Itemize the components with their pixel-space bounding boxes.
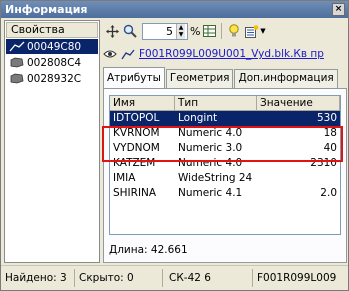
table-button[interactable] xyxy=(200,22,218,40)
status-hidden: Скрыто: 0 xyxy=(75,269,163,287)
column-header-value[interactable]: Значение xyxy=(257,96,340,110)
toolbar-separator xyxy=(221,23,223,39)
stepper-arrows[interactable]: ▲ ▼ xyxy=(176,23,185,39)
move-icon xyxy=(105,24,119,38)
cell-type: WideString 24 xyxy=(178,172,253,184)
cell-name: IMIA xyxy=(113,172,136,184)
cell-value xyxy=(257,171,340,186)
info-window: Информация × Свойства 00049C80 002808C4 … xyxy=(0,0,349,291)
cell-name: KVRNOM xyxy=(113,127,160,139)
tip-button[interactable] xyxy=(225,22,243,40)
object-item[interactable]: 002808C4 xyxy=(6,55,98,70)
tab-attributes[interactable]: Атрибуты xyxy=(103,67,165,88)
status-file: F001R099L009 xyxy=(257,272,337,284)
tab-bar: Атрибуты Геометрия Доп.информация xyxy=(103,67,347,88)
table-row[interactable]: KVRNOM Numeric 4.0 18 xyxy=(110,126,340,141)
length-readout: Длина: 42.661 xyxy=(109,244,188,256)
status-crs: СК-42 6 xyxy=(163,269,253,287)
column-header-name[interactable]: Имя xyxy=(110,96,175,110)
object-item[interactable]: 0028932C xyxy=(6,71,98,86)
tab-geometry[interactable]: Геометрия xyxy=(165,69,234,88)
move-button[interactable] xyxy=(103,22,121,40)
chevron-down-icon: ▼ xyxy=(260,27,266,35)
zoom-button[interactable] xyxy=(121,22,139,40)
cell-value: 2.0 xyxy=(320,187,337,199)
object-label: 00049C80 xyxy=(27,40,82,53)
cell-type: Numeric 4.0 xyxy=(178,157,243,169)
cell-name: KATZEM xyxy=(113,157,156,169)
lightbulb-icon xyxy=(229,24,240,37)
properties-header[interactable]: Свойства xyxy=(6,22,98,38)
close-button[interactable]: × xyxy=(332,3,345,16)
table-header: Имя Тип Значение xyxy=(110,96,340,111)
toolbar: 5 ▲ ▼ % ▼ xyxy=(103,20,348,42)
polygon-icon xyxy=(10,73,24,84)
cell-value: 18 xyxy=(323,127,337,139)
table-row[interactable]: SHIRINA Numeric 4.1 2.0 xyxy=(110,186,340,201)
window-title: Информация xyxy=(5,3,88,16)
zoom-stepper[interactable]: 5 ▲ ▼ xyxy=(142,22,188,40)
cell-value: 40 xyxy=(323,142,337,154)
object-name-link[interactable]: F001R099L009U001_Vyd.blk.Кв пр xyxy=(139,48,324,60)
object-header: F001R099L009U001_Vyd.blk.Кв пр xyxy=(103,46,348,62)
attributes-panel: Имя Тип Значение IDTOPOL Longint 530 KVR… xyxy=(103,88,347,263)
percent-label: % xyxy=(190,24,201,38)
cell-name: VYDNOM xyxy=(113,142,160,154)
options-button[interactable]: ▼ xyxy=(243,22,267,40)
cell-value: 530 xyxy=(316,112,337,124)
object-label: 002808C4 xyxy=(27,56,82,69)
column-header-type[interactable]: Тип xyxy=(175,96,257,110)
attributes-table: Имя Тип Значение IDTOPOL Longint 530 KVR… xyxy=(109,95,341,235)
cell-type: Numeric 4.0 xyxy=(178,127,243,139)
object-item[interactable]: 00049C80 xyxy=(6,39,98,54)
object-label: 0028932C xyxy=(27,72,82,85)
cell-type: Numeric 3.0 xyxy=(178,142,243,154)
cell-name: IDTOPOL xyxy=(113,112,160,124)
line-icon xyxy=(121,49,135,59)
eye-icon[interactable] xyxy=(103,49,117,59)
title-bar[interactable]: Информация × xyxy=(1,1,348,18)
line-icon xyxy=(9,41,25,52)
status-bar: Найдено: 3 Скрыто: 0 СК-42 6 F001R099L00… xyxy=(1,265,348,290)
table-row[interactable]: IMIA WideString 24 xyxy=(110,171,340,186)
options-icon xyxy=(245,24,259,38)
cell-value: 2310 xyxy=(310,157,337,169)
object-list-pane: Свойства 00049C80 002808C4 0028932C xyxy=(4,20,100,263)
cell-type: Numeric 4.1 xyxy=(178,187,243,199)
cell-name: SHIRINA xyxy=(113,187,157,199)
magnifier-icon xyxy=(123,24,137,38)
cell-type: Longint xyxy=(178,112,218,124)
status-found: Найдено: 3 xyxy=(1,269,75,287)
table-row[interactable]: KATZEM Numeric 4.0 2310 xyxy=(110,156,340,171)
polygon-icon xyxy=(10,57,24,68)
table-row[interactable]: VYDNOM Numeric 3.0 40 xyxy=(110,141,340,156)
table-icon xyxy=(202,25,216,37)
table-row[interactable]: IDTOPOL Longint 530 xyxy=(110,111,340,126)
zoom-value: 5 xyxy=(166,24,173,38)
tab-extra-info[interactable]: Доп.информация xyxy=(234,69,338,88)
